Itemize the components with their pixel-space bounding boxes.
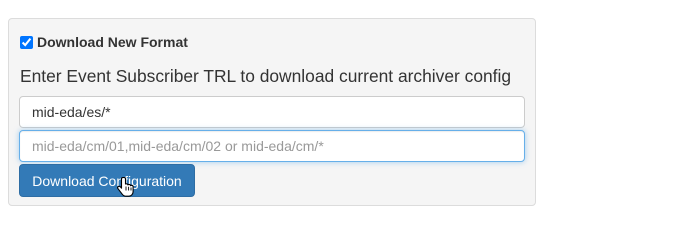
download-new-format-label: Download New Format: [37, 34, 188, 50]
download-new-format-toggle[interactable]: Download New Format: [20, 34, 188, 50]
page: g Download New Format Enter Event Subscr…: [0, 0, 680, 230]
download-configuration-button[interactable]: Download Configuration: [19, 164, 195, 197]
download-config-panel: Download New Format Enter Event Subscrib…: [8, 18, 536, 206]
download-new-format-checkbox[interactable]: [20, 35, 33, 49]
event-subscriber-trl-input[interactable]: [19, 96, 525, 128]
instructions-text: Enter Event Subscriber TRL to download c…: [20, 66, 512, 86]
device-trl-input[interactable]: [19, 130, 525, 162]
hand-pointer-icon: [117, 176, 134, 197]
